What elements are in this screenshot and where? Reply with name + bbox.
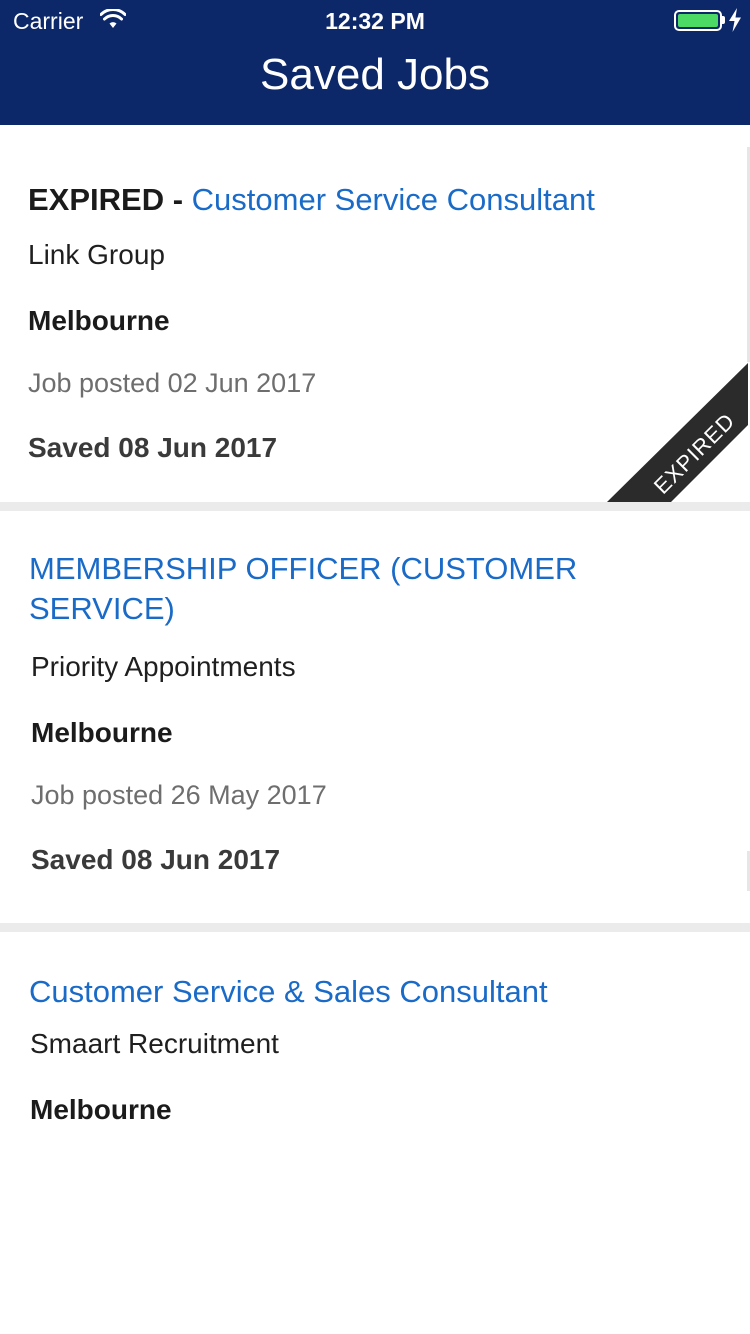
- job-title-link[interactable]: Customer Service & Sales Consultant: [29, 974, 548, 1009]
- job-card[interactable]: Customer Service & Sales Consultant Smaa…: [0, 932, 750, 1334]
- job-title[interactable]: EXPIRED - Customer Service Consultant: [28, 180, 595, 220]
- charging-bolt-icon: [729, 8, 741, 32]
- job-location: Melbourne: [31, 717, 173, 748]
- expired-prefix: EXPIRED -: [28, 182, 192, 217]
- company-name: Smaart Recruitment: [30, 1028, 279, 1059]
- expired-ribbon: EXPIRED: [607, 363, 748, 502]
- job-card[interactable]: MEMBERSHIP OFFICER (CUSTOMER SERVICE) Pr…: [0, 511, 750, 923]
- job-title-link-line1[interactable]: MEMBERSHIP OFFICER (CUSTOMER: [29, 549, 577, 589]
- status-bar: Carrier 12:32 PM: [0, 0, 750, 40]
- job-title[interactable]: Customer Service & Sales Consultant: [29, 972, 548, 1012]
- card-separator: [0, 923, 750, 932]
- clock: 12:32 PM: [325, 8, 425, 34]
- app-header: Carrier 12:32 PM Saved Jobs: [0, 0, 750, 125]
- job-location: Melbourne: [30, 1094, 172, 1125]
- page-title: Saved Jobs: [260, 50, 490, 99]
- battery-level: [678, 14, 718, 27]
- job-location: Melbourne: [28, 305, 170, 336]
- battery-icon: [674, 10, 722, 31]
- posted-date: Job posted 02 Jun 2017: [28, 368, 317, 398]
- saved-date: Saved 08 Jun 2017: [28, 432, 278, 463]
- company-name: Priority Appointments: [31, 651, 296, 682]
- company-name: Link Group: [28, 239, 165, 270]
- posted-date: Job posted 26 May 2017: [31, 780, 327, 810]
- card-separator: [0, 502, 750, 511]
- job-card-expired[interactable]: EXPIRED - Customer Service Consultant Li…: [0, 125, 750, 502]
- job-title-link[interactable]: Customer Service Consultant: [192, 182, 595, 217]
- battery-tip: [722, 16, 725, 24]
- job-title[interactable]: MEMBERSHIP OFFICER (CUSTOMER SERVICE): [29, 549, 577, 629]
- saved-date: Saved 08 Jun 2017: [31, 844, 281, 875]
- job-title-link-line2[interactable]: SERVICE): [29, 589, 577, 629]
